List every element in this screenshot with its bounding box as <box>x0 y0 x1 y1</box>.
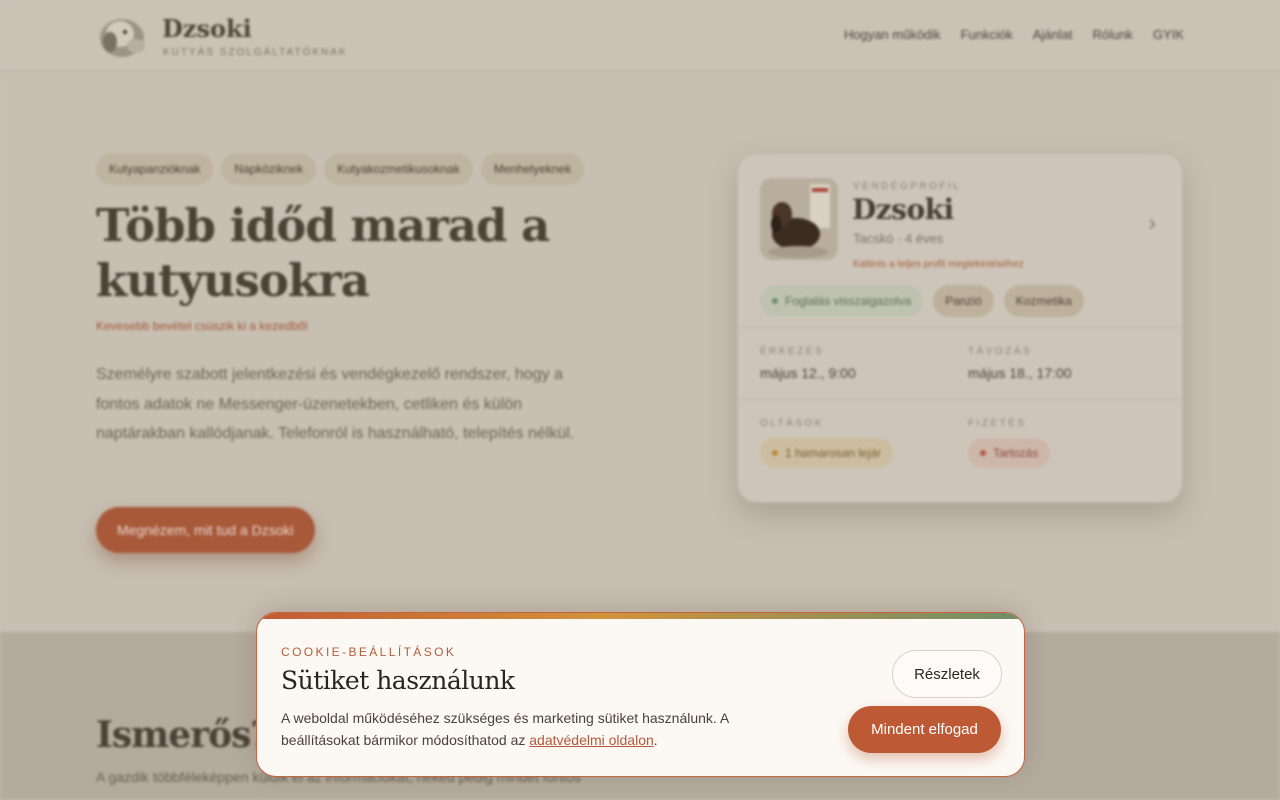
divider <box>738 399 1182 400</box>
arrival-value: május 12., 9:00 <box>760 365 856 381</box>
nav-item-offer[interactable]: Ajánlat <box>1033 27 1073 42</box>
hero-subtitle: Kevesebb bevétel csúszik ki a kezedből <box>96 319 308 333</box>
audience-chips: Kutyapanzióknak Napköziknek Kutyakozmeti… <box>96 153 585 185</box>
pet-meta: Tacskó · 4 éves <box>853 231 944 246</box>
nav-item-features[interactable]: Funkciók <box>961 27 1013 42</box>
cookie-dialog: COOKIE-BEÁLLÍTÁSOK Sütiket használunk A … <box>256 612 1025 777</box>
chevron-right-icon[interactable]: › <box>1149 210 1156 236</box>
guest-profile-card[interactable]: VENDÉGPROFIL Dzsoki Tacskó · 4 éves Katt… <box>737 153 1183 503</box>
payment-status: Tartozás <box>968 438 1051 468</box>
brand-tagline: KUTYÁS SZOLGÁLTATÓKNAK <box>163 47 348 58</box>
dog-photo <box>760 178 838 260</box>
section-title: Ismerős? <box>96 714 271 756</box>
hero-description: Személyre szabott jelentkezési és vendég… <box>96 366 575 442</box>
nav-item-about[interactable]: Rólunk <box>1092 27 1132 42</box>
nav-item-faq[interactable]: GYIK <box>1153 27 1184 42</box>
tag-booking-confirmed: Foglalás visszaigazolva <box>760 285 924 317</box>
hero-cta-button[interactable]: Megnézem, mit tud a Dzsoki <box>96 507 315 553</box>
chip-daycare: Napköziknek <box>221 153 317 185</box>
chip-shelters: Menhelyeknek <box>480 153 585 185</box>
card-eyebrow: VENDÉGPROFIL <box>853 181 962 192</box>
vaccines-value: 1 hamarosan lejár <box>785 446 882 460</box>
cookie-body-end: . <box>653 732 658 748</box>
gradient-stripe <box>257 613 1024 619</box>
payment-label: FIZETÉS <box>968 418 1027 429</box>
arrival-label: ÉRKEZÉS <box>760 346 825 357</box>
payment-value: Tartozás <box>993 446 1039 460</box>
nav-item-how-it-works[interactable]: Hogyan működik <box>844 27 941 42</box>
cookie-body: A weboldal működéséhez szükséges és mark… <box>281 707 771 751</box>
pet-name: Dzsoki <box>852 193 954 226</box>
divider <box>738 327 1182 328</box>
profile-link[interactable]: Kattints a teljes profil megtekintéséhez <box>853 259 1024 270</box>
details-button[interactable]: Részletek <box>892 650 1002 698</box>
status-dot-icon <box>980 450 986 456</box>
chip-kennels: Kutyapanzióknak <box>96 153 214 185</box>
brand-name[interactable]: Dzsoki <box>162 14 252 43</box>
departure-label: TÁVOZÁS <box>968 346 1033 357</box>
status-dot-icon <box>772 298 778 304</box>
cookie-title: Sütiket használunk <box>281 666 515 695</box>
chip-groomers: Kutyakozmetikusoknak <box>324 153 473 185</box>
vaccines-status: 1 hamarosan lejár <box>760 438 894 468</box>
tag-label: Foglalás visszaigazolva <box>785 294 912 308</box>
departure-value: május 18., 17:00 <box>968 365 1072 381</box>
dog-logo-icon <box>100 19 145 57</box>
privacy-link[interactable]: adatvédelmi oldalon <box>529 732 654 748</box>
cookie-body-text: A weboldal működéséhez szükséges és mark… <box>281 710 729 748</box>
card-tags: Foglalás visszaigazolva Panzió Kozmetika <box>760 285 1084 317</box>
tag-boarding: Panzió <box>933 285 994 317</box>
cookie-eyebrow: COOKIE-BEÁLLÍTÁSOK <box>281 645 457 659</box>
accept-all-button[interactable]: Mindent elfogad <box>848 706 1001 753</box>
site-header: Dzsoki KUTYÁS SZOLGÁLTATÓKNAK Hogyan műk… <box>0 0 1280 72</box>
vaccines-label: OLTÁSOK <box>760 418 824 429</box>
main-nav: Hogyan működik Funkciók Ajánlat Rólunk G… <box>844 27 1184 42</box>
tag-grooming: Kozmetika <box>1003 285 1084 317</box>
hero-title: Több időd marad a kutyusokra <box>96 199 550 307</box>
status-dot-icon <box>772 450 778 456</box>
